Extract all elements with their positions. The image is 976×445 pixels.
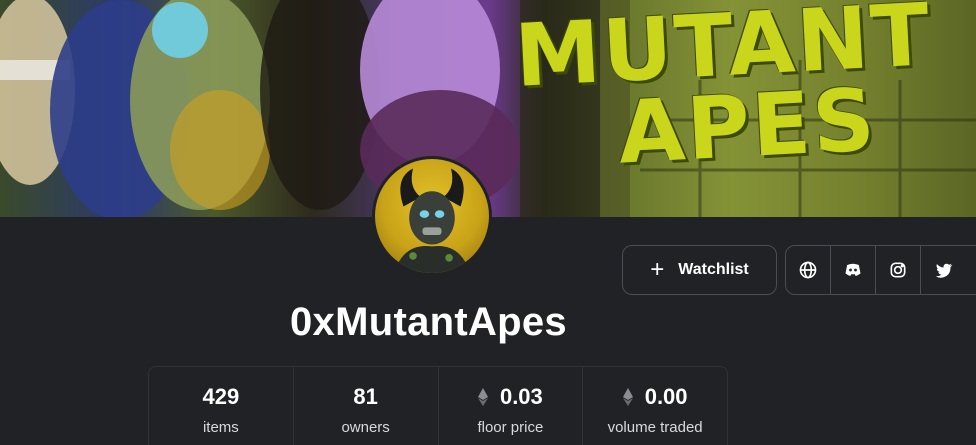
stat-value: 0.00 bbox=[644, 384, 688, 409]
collection-avatar bbox=[372, 156, 492, 276]
instagram-link[interactable] bbox=[876, 246, 921, 294]
twitter-link[interactable] bbox=[921, 246, 966, 294]
collection-name: 0xMutantApes bbox=[290, 300, 567, 344]
banner-logo-text: MUTANT APES bbox=[513, 0, 938, 183]
stat-items: 429 items bbox=[149, 367, 294, 445]
instagram-icon bbox=[890, 262, 906, 278]
ethereum-icon bbox=[477, 388, 488, 406]
social-links bbox=[785, 245, 976, 295]
plus-icon: + bbox=[650, 256, 665, 283]
stat-label: owners bbox=[341, 419, 390, 436]
stat-value: 429 bbox=[202, 384, 240, 409]
globe-icon bbox=[799, 261, 817, 279]
collection-stats: 429 items 81 owners 0.03 floor price 0.0… bbox=[148, 366, 728, 445]
stat-owners: 81 owners bbox=[294, 367, 439, 445]
watchlist-label: Watchlist bbox=[678, 261, 749, 278]
stat-volume-traded: 0.00 volume traded bbox=[583, 367, 727, 445]
stat-label: volume traded bbox=[607, 419, 703, 436]
discord-icon bbox=[845, 263, 861, 276]
ape-avatar-image bbox=[394, 168, 470, 273]
stat-floor-price: 0.03 floor price bbox=[439, 367, 584, 445]
stat-value: 81 bbox=[353, 384, 378, 409]
stat-value: 0.03 bbox=[499, 384, 543, 409]
stat-label: floor price bbox=[477, 419, 544, 436]
collection-banner: MUTANT APES bbox=[0, 0, 976, 217]
website-link[interactable] bbox=[786, 246, 831, 294]
twitter-icon bbox=[935, 263, 952, 278]
ethereum-icon bbox=[622, 388, 633, 406]
stat-label: items bbox=[202, 419, 239, 436]
watchlist-button[interactable]: + Watchlist bbox=[622, 245, 777, 295]
discord-link[interactable] bbox=[831, 246, 876, 294]
